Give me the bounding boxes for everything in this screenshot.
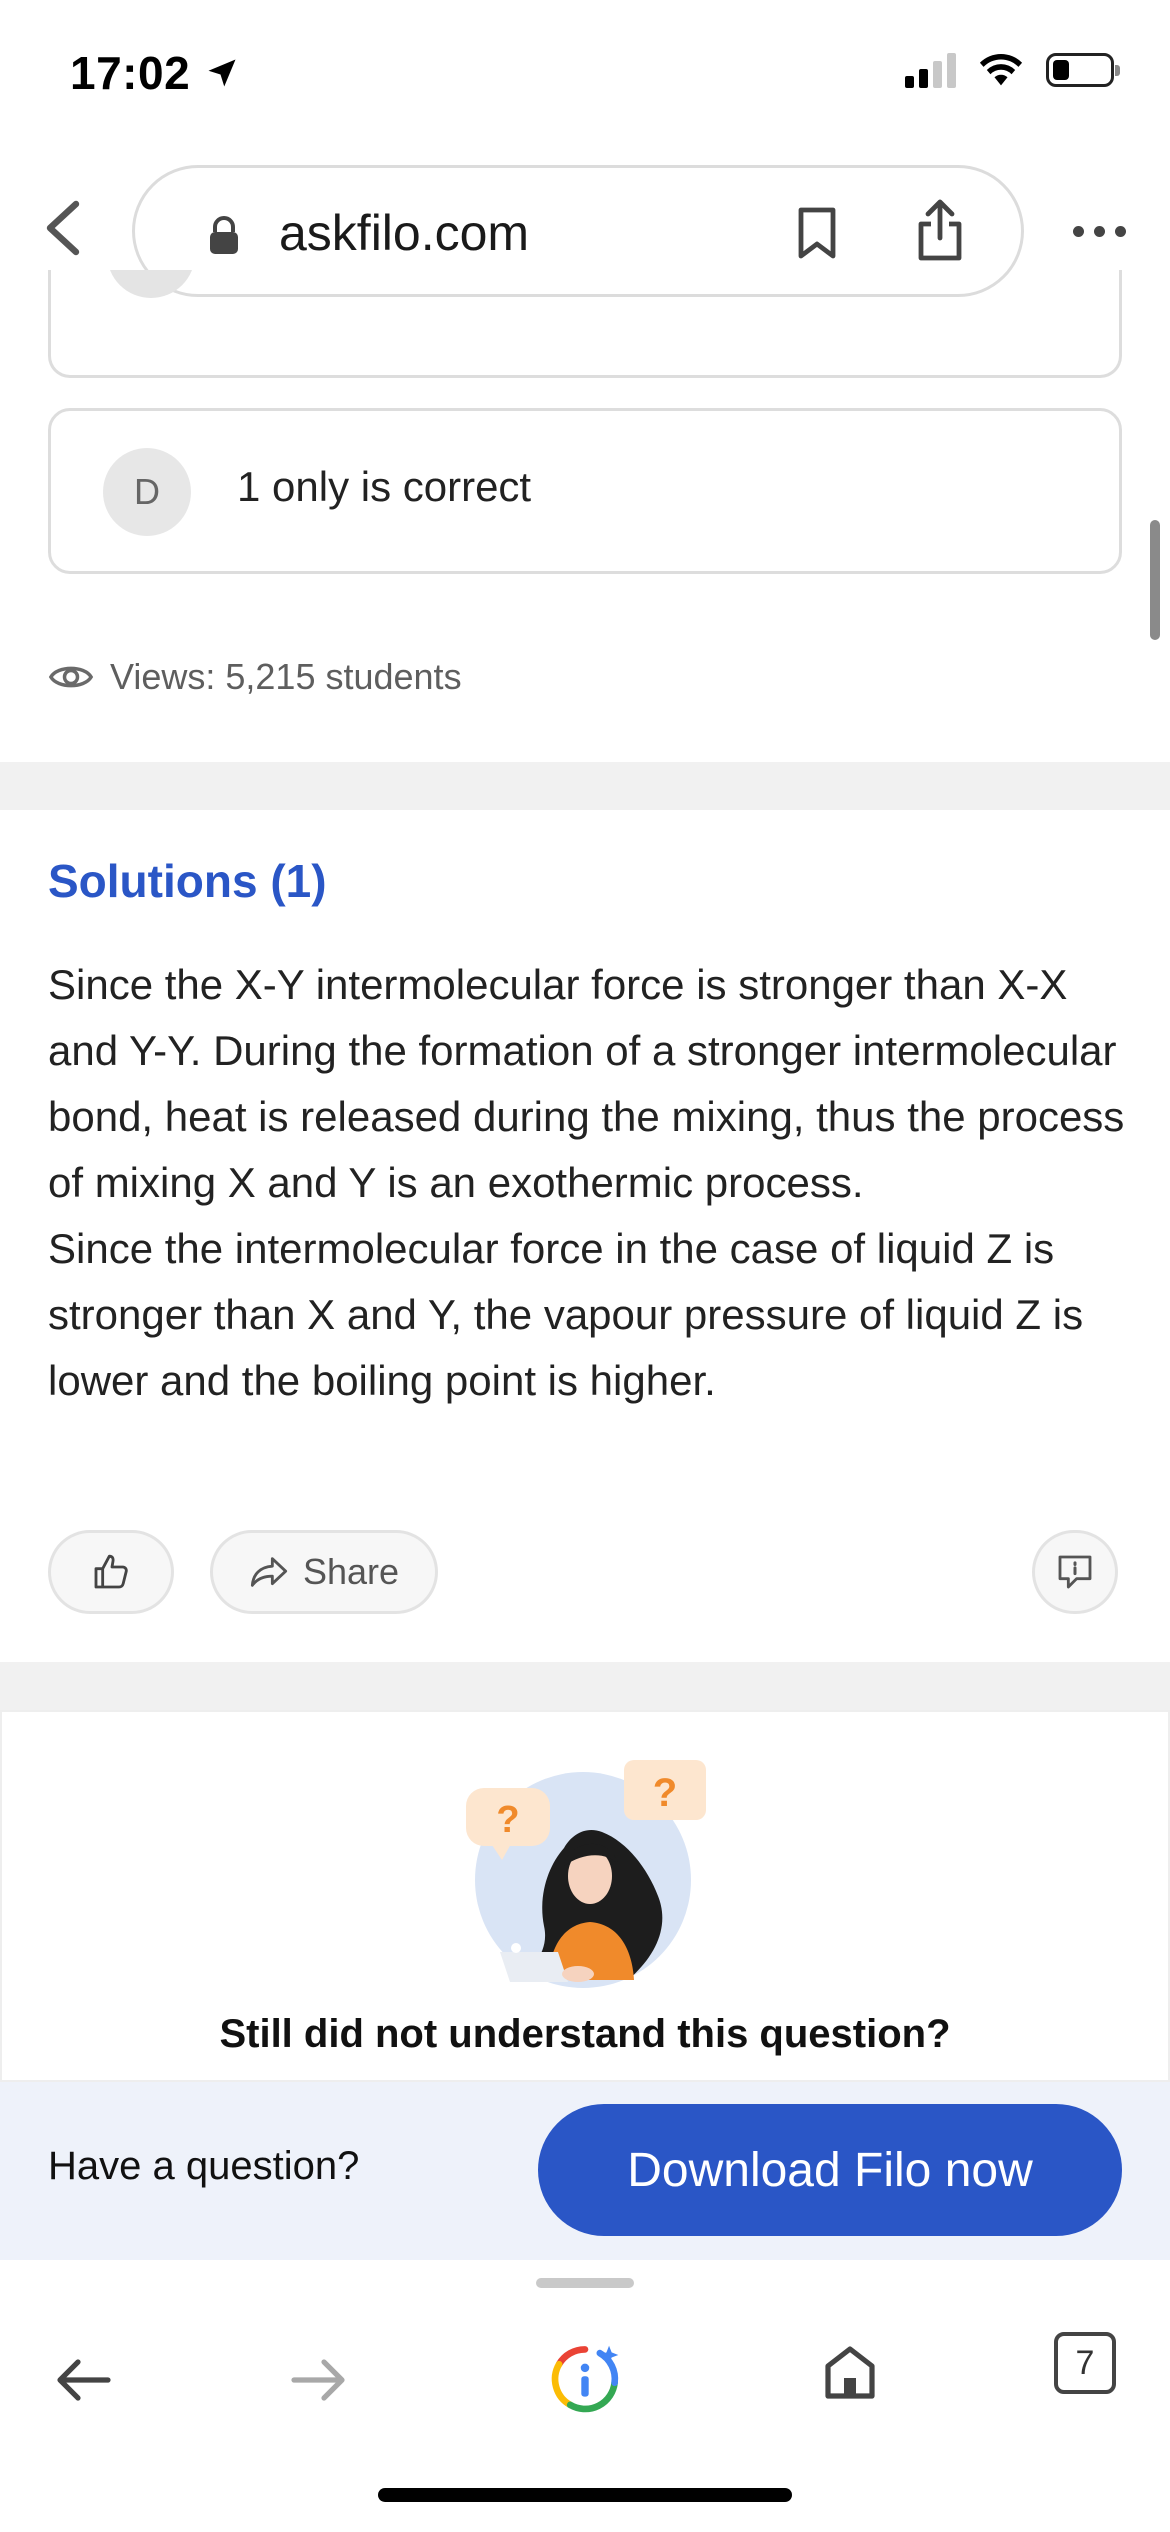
toolbar-handle[interactable] <box>536 2278 634 2288</box>
back-chevron-icon[interactable] <box>40 198 84 258</box>
still-confused-heading: Still did not understand this question? <box>219 2012 951 2056</box>
bubble-left-text: ? <box>496 1799 519 1841</box>
share-icon[interactable] <box>915 198 965 262</box>
clock-text: 17:02 <box>70 47 191 99</box>
battery-icon <box>1046 53 1120 87</box>
share-button[interactable]: Share <box>210 1530 438 1614</box>
solution-paragraph-2: Since the intermolecular force in the ca… <box>48 1225 1084 1404</box>
feedback-button[interactable] <box>1032 1530 1118 1614</box>
location-arrow-icon <box>208 59 236 87</box>
forward-arrow-icon[interactable] <box>290 2358 346 2402</box>
status-time: 17:02 <box>70 46 240 100</box>
google-lens-discover-icon[interactable] <box>548 2342 622 2416</box>
views-text: Views: 5,215 students <box>110 656 462 697</box>
section-divider <box>0 1662 1170 1710</box>
option-text: 1 only is correct <box>237 463 532 510</box>
solution-text: Since the X-Y intermolecular force is st… <box>48 952 1128 1414</box>
download-filo-button[interactable]: Download Filo now <box>538 2104 1122 2236</box>
lock-icon <box>210 216 238 254</box>
views-count: Views: 5,215 students <box>48 656 462 698</box>
home-indicator[interactable] <box>378 2488 792 2502</box>
option-card-d[interactable]: D 1 only is correct <box>48 408 1122 574</box>
share-arrow-icon <box>250 1557 288 1587</box>
solutions-title: Solutions (1) <box>48 855 327 907</box>
solution-paragraph-1: Since the X-Y intermolecular force is st… <box>48 961 1125 1206</box>
eye-icon <box>48 666 94 688</box>
page-scrollbar[interactable] <box>1150 520 1160 640</box>
option-card-c[interactable] <box>48 270 1122 378</box>
back-arrow-icon[interactable] <box>56 2358 112 2402</box>
section-divider <box>0 762 1170 810</box>
cellular-signal-icon <box>905 52 956 88</box>
have-question-label: Have a question? <box>48 2144 360 2188</box>
more-options-icon[interactable] <box>1073 226 1126 237</box>
wifi-icon <box>979 53 1023 86</box>
confused-student-illustration: ? ? <box>466 1760 706 1988</box>
thumbs-up-icon <box>94 1554 128 1589</box>
report-icon <box>1058 1555 1092 1589</box>
like-button[interactable] <box>48 1530 174 1614</box>
bookmark-icon[interactable] <box>795 206 839 260</box>
home-icon[interactable] <box>822 2344 878 2400</box>
share-label: Share <box>302 1551 400 1592</box>
download-cta-bar: Have a question? Download Filo now <box>0 2082 1170 2260</box>
tabs-count-button[interactable]: 7 <box>1054 2332 1116 2394</box>
status-indicators <box>905 52 1120 88</box>
option-letter: D <box>103 448 191 536</box>
url-text: askfilo.com <box>279 205 530 261</box>
bubble-right-text: ? <box>653 1771 677 1815</box>
